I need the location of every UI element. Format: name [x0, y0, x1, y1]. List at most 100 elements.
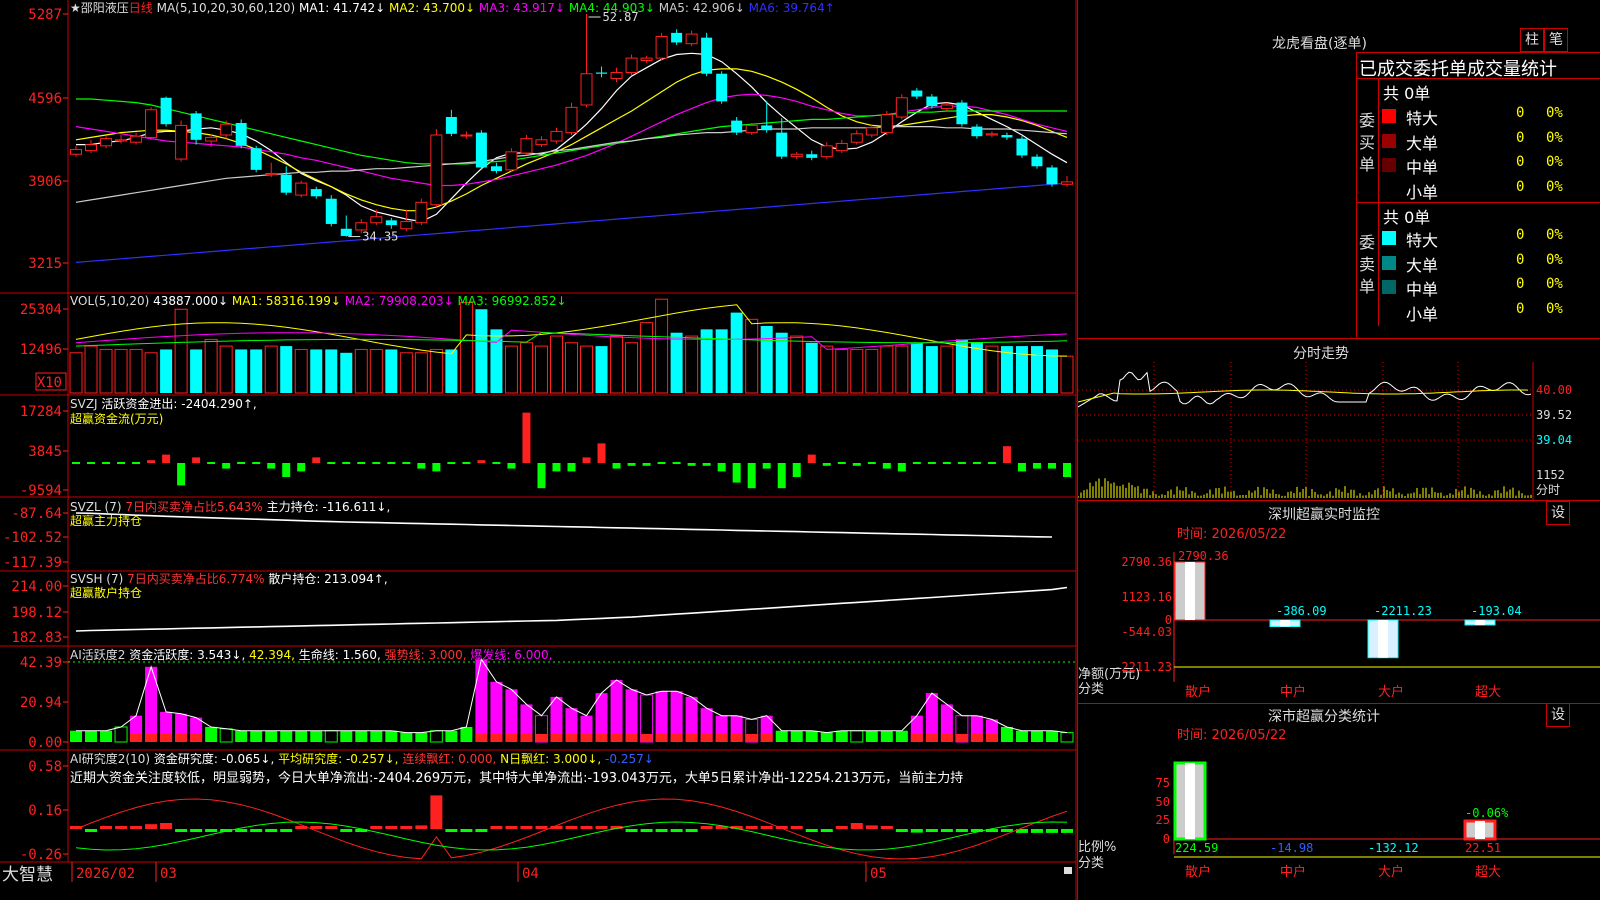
row-count: 0	[1516, 251, 1525, 268]
vol-bar-up	[820, 345, 834, 394]
fenshi-chart[interactable]: 40.00 39.52 39.04 1152分时	[1078, 362, 1600, 502]
ai2-header-item: N日飘红: 3.000↓,	[496, 751, 601, 766]
vol-bar-down	[325, 349, 338, 393]
y-tick-label: 5287	[28, 7, 62, 23]
ai2-bar	[130, 826, 143, 829]
candle-body-down	[490, 166, 502, 172]
sz-monitor-title: 深圳超赢实时监控	[1268, 507, 1380, 523]
svzj-bar	[72, 462, 80, 464]
fenshi-price-label: 40.00	[1536, 383, 1572, 397]
vol-bar-up	[264, 345, 278, 394]
price-header: ★邵阳液压日线 MA(5,10,20,30,60,120) MA1: 41.74…	[70, 0, 835, 15]
vol-bar-up	[580, 345, 594, 394]
fenshi-vol-unit: 分时	[1536, 483, 1560, 497]
svzj-bar	[402, 462, 411, 464]
column-view-button[interactable]: 柱	[1520, 28, 1544, 52]
ai1-header-item: 爆发线: 6.000,	[467, 647, 553, 662]
vol-bar-down	[1015, 346, 1028, 393]
row-label: 小单	[1406, 182, 1439, 202]
ai1-bar-base	[640, 734, 653, 742]
y-tick-label: 0.16	[28, 803, 62, 819]
vol-bar-down	[250, 349, 263, 393]
vol-bar-up	[745, 318, 759, 394]
price-header-part: 邵阳液压	[81, 0, 129, 15]
ai2-bar	[160, 823, 173, 829]
ai1-header-item: 强势线: 3.000,	[381, 648, 467, 662]
y-tick-label: -117.39	[3, 555, 62, 571]
row-label: 大单	[1406, 133, 1439, 153]
ai2-bar	[145, 824, 158, 829]
candle-body-down	[340, 228, 352, 236]
ma-legend-item: MA1: 41.742↓	[295, 1, 385, 15]
ai1-bar-base	[910, 734, 923, 742]
y-tick-label: 0.00	[28, 735, 62, 751]
ai2-header-item: 连续飘红: 0.000,	[399, 751, 497, 766]
monitor-bar-label: -386.09	[1276, 604, 1327, 618]
stroke-view-button[interactable]: 笔	[1544, 28, 1568, 52]
svzl-header: SVZL (7) 7日内买卖净占比5.643% 主力持仓: -116.611↓,	[70, 499, 390, 514]
vol-bar-up	[144, 352, 158, 394]
vol-bar-down	[775, 332, 788, 393]
svzj-bar	[537, 463, 546, 489]
svzj-bar	[927, 462, 936, 464]
svzj-bar	[822, 463, 831, 466]
y-tick-label: -9594	[20, 483, 62, 499]
ai1-bar	[865, 730, 878, 742]
main-chart[interactable]: 5287 4596 3906 3215 25304 12496 X10 17284 3845 -9…	[0, 0, 1077, 900]
row-count: 0	[1516, 129, 1525, 146]
ai1-bar	[880, 730, 893, 742]
ai1-bar-base	[490, 734, 503, 742]
class-y-label: 50	[1156, 795, 1170, 809]
buy-total: 共 0单	[1383, 84, 1431, 103]
vol-bar-up	[865, 348, 879, 394]
candle-body-down	[701, 37, 713, 74]
vol-bar-down	[475, 309, 488, 393]
vol-bar-up	[414, 352, 428, 394]
candle-body-down	[310, 189, 322, 197]
ai2-bar	[745, 826, 758, 829]
class-bar-highlight	[1185, 763, 1195, 839]
vol-bar-down	[595, 346, 608, 393]
svzj-bar	[117, 462, 126, 464]
svzj-bar	[297, 463, 306, 472]
time-label: 时间: 2026/05/22	[1177, 527, 1286, 542]
vol-bar-down	[1030, 346, 1043, 393]
candle-body-down	[776, 132, 788, 157]
class-y-label: 25	[1156, 813, 1170, 827]
ai1-bar-base	[700, 734, 713, 742]
ai2-bar	[1000, 829, 1013, 832]
ai2-bar	[925, 829, 938, 832]
row-percent: 0%	[1546, 154, 1563, 170]
svzj-bar	[252, 462, 261, 464]
ai2-bar	[415, 825, 428, 829]
vol-bar-up	[850, 348, 864, 394]
ai2-bar	[760, 826, 773, 829]
y-tick-label: 25304	[20, 302, 62, 318]
y-tick-label: 42.39	[20, 655, 62, 671]
ai2-bar	[445, 829, 458, 832]
ai2-bar	[490, 826, 503, 829]
longhu-row: 特大 0 0%	[1382, 104, 1600, 128]
class-axis-label: 比例%	[1078, 840, 1116, 855]
vol-bar-up	[790, 335, 804, 394]
svzj-bar	[567, 463, 576, 472]
row-count: 0	[1516, 105, 1525, 121]
sell-side-label: 委卖单	[1359, 233, 1376, 296]
sz-class-chart: 时间: 2026/05/22 75 50 25 0 比例%分类 224.59 散户 -14.98…	[1078, 728, 1600, 880]
right-panel: 龙虎看盘(逐单) 柱 笔 已成交委托单成交量统计 委买单 共 0单 特大 0 0% 大…	[1077, 0, 1600, 900]
candle-body-down	[926, 96, 938, 107]
candle-body-up	[175, 124, 188, 160]
svzj-bar	[417, 463, 426, 469]
ai1-header-item: AI活跃度2	[70, 647, 125, 662]
ai1-bar-base	[940, 734, 953, 742]
row-label: 中单	[1406, 158, 1439, 177]
candle-body-up	[400, 221, 413, 230]
ai1-bar	[85, 730, 98, 742]
ai2-bar	[385, 826, 398, 829]
candle-body-up	[70, 148, 82, 155]
svzj-bar	[747, 463, 756, 489]
vol-bar-up	[174, 308, 188, 394]
candle-body-up	[220, 123, 233, 136]
monitor-bar-highlight	[1378, 620, 1388, 658]
sz-monitor-chart: 时间: 2026/05/222790.361123.160-544.03-221…	[1078, 527, 1600, 700]
